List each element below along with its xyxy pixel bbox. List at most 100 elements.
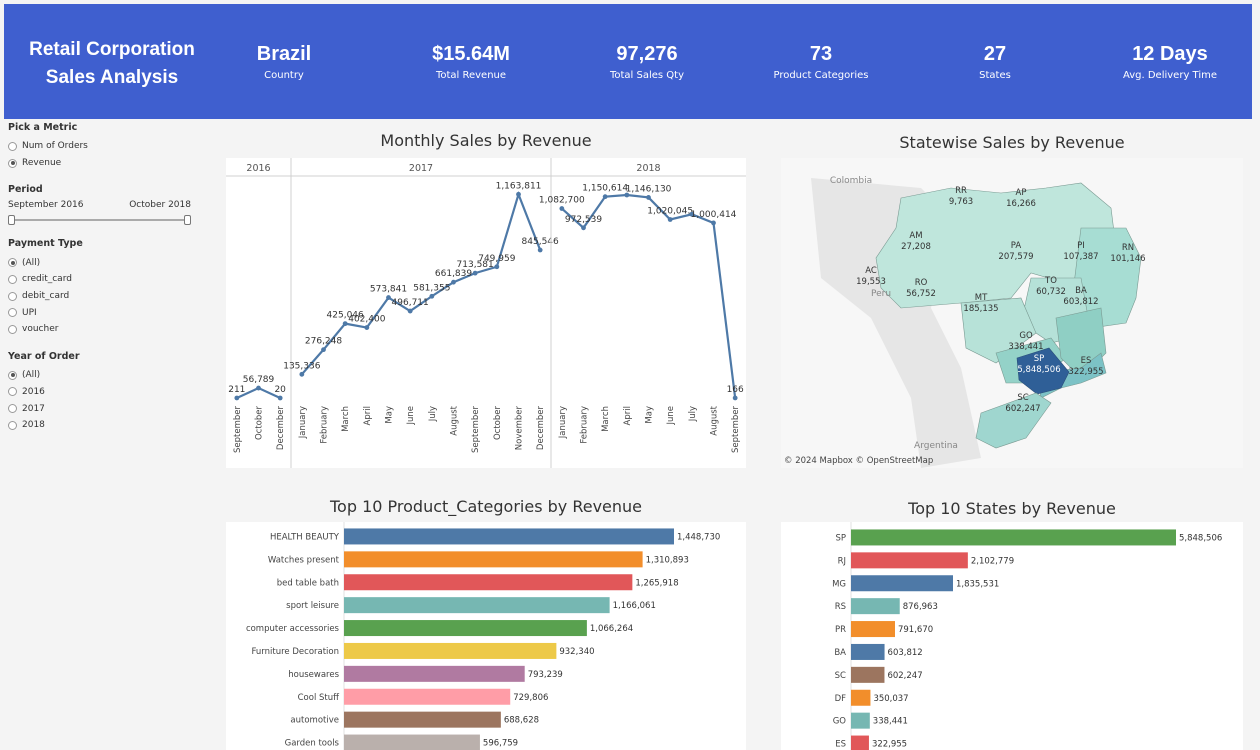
option-label: 2018 [22,420,45,431]
year-option-all[interactable]: (All) [8,367,208,384]
bar-value-label: 791,670 [898,625,933,635]
bar [851,575,953,592]
month-tick-label: February [320,406,330,444]
data-point [277,395,283,401]
slider-start-handle[interactable] [8,215,15,226]
state-code-label: PI [1077,241,1085,251]
payment-option-voucher[interactable]: voucher [8,321,208,338]
state-code-label: AC [865,266,877,276]
radio-icon[interactable] [8,387,17,397]
data-label: 166 [727,385,744,395]
radio-icon[interactable] [8,324,17,334]
data-point [646,195,651,200]
state-code-label: BA [1075,286,1087,296]
payment-option-all[interactable]: (All) [8,254,208,271]
option-label: UPI [22,307,37,318]
radio-icon[interactable] [8,404,17,414]
period-slider[interactable] [8,215,191,226]
data-label: 661,839 [435,269,472,279]
month-tick-label: February [580,406,590,444]
bar-value-label: 1,835,531 [956,579,999,589]
category-label: Cool Stuff [298,693,341,703]
kpi-label: States [979,70,1011,81]
category-label: Watches present [268,555,340,565]
state-code-label: MT [975,293,988,303]
payment-option-upi[interactable]: UPI [8,304,208,321]
state-value-label: 16,266 [1006,199,1036,209]
bar [344,642,557,659]
metric-option-num-orders[interactable]: Num of Orders [8,138,208,155]
state-map: Colombia Peru Argentina RR9,763 AP16,266 AM27… [781,158,1243,468]
payment-option-debit-card[interactable]: debit_card [8,288,208,305]
radio-icon[interactable] [8,291,17,301]
bar [344,597,610,614]
option-label: Num of Orders [22,141,88,152]
category-label: BA [834,648,846,658]
data-label: 20 [274,385,286,395]
data-point [451,279,456,285]
radio-icon[interactable] [8,420,17,430]
bar-value-label: 932,340 [559,647,594,657]
radio-selected-icon[interactable] [8,258,17,268]
year-filter-title: Year of Order [8,350,80,362]
bar [851,621,895,638]
radio-selected-icon[interactable] [8,370,17,380]
bar [851,712,870,729]
data-point [516,191,521,197]
bar-value-label: 729,806 [513,693,548,703]
data-point [602,194,608,200]
state-value-label: 107,387 [1063,252,1098,262]
year-option-2016[interactable]: 2016 [8,384,208,401]
bar-value-label: 602,247 [887,671,922,681]
slider-end-handle[interactable] [184,215,191,226]
month-tick-label: April [623,406,633,425]
category-label: computer accessories [246,624,340,634]
dashboard-header: Retail Corporation Sales Analysis Brazil… [4,4,1252,119]
data-label: 1,000,414 [691,210,737,220]
kpi-label: Total Revenue [435,70,507,81]
kpi-value: 27 [983,43,1007,65]
year-header-label: 2016 [246,163,270,174]
bar [344,620,587,637]
year-option-2018[interactable]: 2018 [8,417,208,434]
kpi-value: 12 Days [1132,43,1208,65]
metric-option-revenue[interactable]: Revenue [8,155,208,172]
data-point [234,395,240,401]
kpi-value: $15.64M [432,43,510,65]
bar-value-label: 793,239 [528,670,563,680]
bar-value-label: 1,448,730 [677,532,720,542]
kpi-label: Total Sales Qty [609,70,685,81]
kpi-value: Brazil [256,43,312,65]
data-label: 972,539 [565,215,602,225]
bar [851,666,885,683]
month-tick-label: June [666,406,676,426]
data-point [386,295,391,300]
state-code-label: RR [955,186,967,196]
country-label: Peru [871,289,891,299]
data-label: 1,146,130 [626,184,672,194]
data-point [472,270,478,276]
category-label: ES [835,740,846,750]
month-tick-label: March [341,406,351,432]
categories-chart-panel: HEALTH BEAUTY 1,448,730 Watches present 1,3… [226,522,746,750]
radio-selected-icon[interactable] [8,158,17,168]
bar [344,528,674,545]
payment-option-credit-card[interactable]: credit_card [8,271,208,288]
year-option-2017[interactable]: 2017 [8,400,208,417]
state-code-label: AP [1016,188,1027,198]
month-tick-label: September [233,405,243,452]
payment-filter: Payment Type (All) credit_card debit_car… [8,238,208,337]
year-filter: Year of Order (All) 2016 2017 2018 [8,351,208,434]
radio-icon[interactable] [8,141,17,151]
title-line-2: Sales Analysis [45,67,179,88]
slider-track[interactable] [10,219,189,222]
data-point [321,347,326,353]
data-label: 211 [228,385,245,395]
bar-value-label: 338,441 [873,717,908,727]
state-code-label: PA [1011,241,1022,251]
month-tick-label: August [450,405,460,435]
kpi-states: 27 States [915,42,1075,81]
radio-icon[interactable] [8,274,17,284]
radio-icon[interactable] [8,308,17,318]
state-value-label: 5,848,506 [1017,365,1060,375]
